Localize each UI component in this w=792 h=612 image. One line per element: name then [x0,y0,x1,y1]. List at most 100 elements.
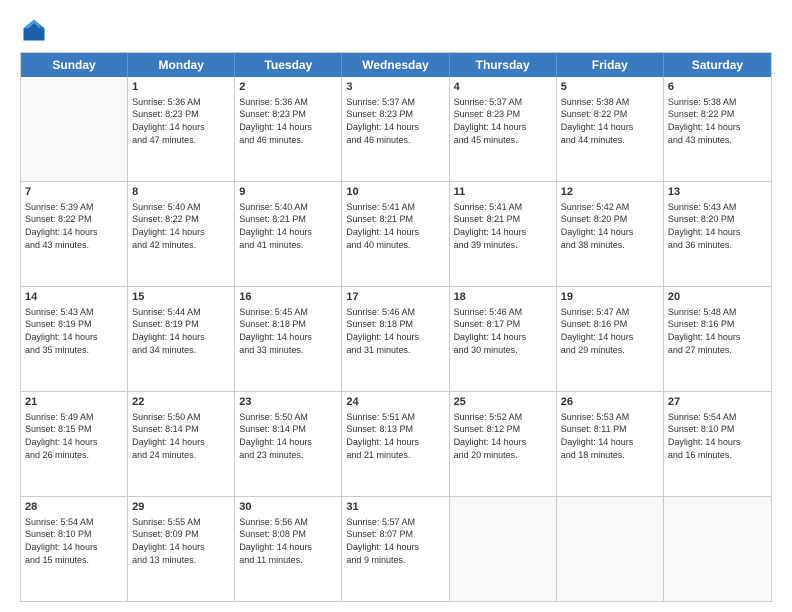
header [20,16,772,44]
cell-day-number: 24 [346,395,444,410]
calendar-cell: 11Sunrise: 5:41 AM Sunset: 8:21 PM Dayli… [450,182,557,286]
cell-info: Sunrise: 5:51 AM Sunset: 8:13 PM Dayligh… [346,411,444,461]
calendar-cell: 26Sunrise: 5:53 AM Sunset: 8:11 PM Dayli… [557,392,664,496]
cell-info: Sunrise: 5:43 AM Sunset: 8:19 PM Dayligh… [25,306,123,356]
calendar-cell: 6Sunrise: 5:38 AM Sunset: 8:22 PM Daylig… [664,77,771,181]
calendar: SundayMondayTuesdayWednesdayThursdayFrid… [20,52,772,602]
cell-info: Sunrise: 5:41 AM Sunset: 8:21 PM Dayligh… [454,201,552,251]
cell-day-number: 1 [132,80,230,95]
calendar-cell: 10Sunrise: 5:41 AM Sunset: 8:21 PM Dayli… [342,182,449,286]
calendar-row: 7Sunrise: 5:39 AM Sunset: 8:22 PM Daylig… [21,182,771,287]
calendar-cell [21,77,128,181]
cell-day-number: 21 [25,395,123,410]
calendar-cell [450,497,557,601]
calendar-cell: 25Sunrise: 5:52 AM Sunset: 8:12 PM Dayli… [450,392,557,496]
calendar-cell: 27Sunrise: 5:54 AM Sunset: 8:10 PM Dayli… [664,392,771,496]
cell-info: Sunrise: 5:46 AM Sunset: 8:17 PM Dayligh… [454,306,552,356]
cell-info: Sunrise: 5:54 AM Sunset: 8:10 PM Dayligh… [25,516,123,566]
cell-day-number: 15 [132,290,230,305]
cell-info: Sunrise: 5:37 AM Sunset: 8:23 PM Dayligh… [346,96,444,146]
cell-info: Sunrise: 5:56 AM Sunset: 8:08 PM Dayligh… [239,516,337,566]
cell-info: Sunrise: 5:40 AM Sunset: 8:21 PM Dayligh… [239,201,337,251]
cell-day-number: 26 [561,395,659,410]
calendar-row: 28Sunrise: 5:54 AM Sunset: 8:10 PM Dayli… [21,497,771,601]
calendar-cell: 22Sunrise: 5:50 AM Sunset: 8:14 PM Dayli… [128,392,235,496]
cell-day-number: 18 [454,290,552,305]
calendar-cell: 9Sunrise: 5:40 AM Sunset: 8:21 PM Daylig… [235,182,342,286]
cell-day-number: 4 [454,80,552,95]
calendar-cell: 16Sunrise: 5:45 AM Sunset: 8:18 PM Dayli… [235,287,342,391]
calendar-body: 1Sunrise: 5:36 AM Sunset: 8:23 PM Daylig… [21,77,771,601]
cell-info: Sunrise: 5:39 AM Sunset: 8:22 PM Dayligh… [25,201,123,251]
calendar-header-cell: Friday [557,53,664,77]
cell-day-number: 28 [25,500,123,515]
cell-day-number: 8 [132,185,230,200]
cell-day-number: 10 [346,185,444,200]
cell-day-number: 3 [346,80,444,95]
cell-day-number: 9 [239,185,337,200]
calendar-header-cell: Monday [128,53,235,77]
calendar-cell: 31Sunrise: 5:57 AM Sunset: 8:07 PM Dayli… [342,497,449,601]
logo [20,16,52,44]
calendar-cell: 28Sunrise: 5:54 AM Sunset: 8:10 PM Dayli… [21,497,128,601]
cell-day-number: 17 [346,290,444,305]
calendar-cell: 1Sunrise: 5:36 AM Sunset: 8:23 PM Daylig… [128,77,235,181]
calendar-cell: 7Sunrise: 5:39 AM Sunset: 8:22 PM Daylig… [21,182,128,286]
cell-day-number: 6 [668,80,767,95]
cell-day-number: 14 [25,290,123,305]
calendar-header-row: SundayMondayTuesdayWednesdayThursdayFrid… [21,53,771,77]
cell-day-number: 11 [454,185,552,200]
cell-day-number: 20 [668,290,767,305]
cell-info: Sunrise: 5:44 AM Sunset: 8:19 PM Dayligh… [132,306,230,356]
cell-info: Sunrise: 5:37 AM Sunset: 8:23 PM Dayligh… [454,96,552,146]
cell-info: Sunrise: 5:36 AM Sunset: 8:23 PM Dayligh… [239,96,337,146]
cell-day-number: 7 [25,185,123,200]
cell-day-number: 22 [132,395,230,410]
calendar-cell: 24Sunrise: 5:51 AM Sunset: 8:13 PM Dayli… [342,392,449,496]
calendar-cell: 21Sunrise: 5:49 AM Sunset: 8:15 PM Dayli… [21,392,128,496]
cell-info: Sunrise: 5:52 AM Sunset: 8:12 PM Dayligh… [454,411,552,461]
cell-info: Sunrise: 5:57 AM Sunset: 8:07 PM Dayligh… [346,516,444,566]
cell-info: Sunrise: 5:40 AM Sunset: 8:22 PM Dayligh… [132,201,230,251]
calendar-cell: 12Sunrise: 5:42 AM Sunset: 8:20 PM Dayli… [557,182,664,286]
cell-info: Sunrise: 5:38 AM Sunset: 8:22 PM Dayligh… [561,96,659,146]
calendar-header-cell: Thursday [450,53,557,77]
calendar-cell: 20Sunrise: 5:48 AM Sunset: 8:16 PM Dayli… [664,287,771,391]
calendar-cell: 14Sunrise: 5:43 AM Sunset: 8:19 PM Dayli… [21,287,128,391]
calendar-cell [664,497,771,601]
calendar-header-cell: Tuesday [235,53,342,77]
cell-info: Sunrise: 5:54 AM Sunset: 8:10 PM Dayligh… [668,411,767,461]
cell-info: Sunrise: 5:41 AM Sunset: 8:21 PM Dayligh… [346,201,444,251]
cell-day-number: 5 [561,80,659,95]
calendar-row: 1Sunrise: 5:36 AM Sunset: 8:23 PM Daylig… [21,77,771,182]
page: SundayMondayTuesdayWednesdayThursdayFrid… [0,0,792,612]
cell-info: Sunrise: 5:48 AM Sunset: 8:16 PM Dayligh… [668,306,767,356]
calendar-header-cell: Saturday [664,53,771,77]
cell-day-number: 27 [668,395,767,410]
cell-info: Sunrise: 5:50 AM Sunset: 8:14 PM Dayligh… [239,411,337,461]
calendar-cell: 5Sunrise: 5:38 AM Sunset: 8:22 PM Daylig… [557,77,664,181]
cell-info: Sunrise: 5:46 AM Sunset: 8:18 PM Dayligh… [346,306,444,356]
logo-icon [20,16,48,44]
cell-info: Sunrise: 5:43 AM Sunset: 8:20 PM Dayligh… [668,201,767,251]
cell-info: Sunrise: 5:42 AM Sunset: 8:20 PM Dayligh… [561,201,659,251]
calendar-cell: 17Sunrise: 5:46 AM Sunset: 8:18 PM Dayli… [342,287,449,391]
calendar-cell: 19Sunrise: 5:47 AM Sunset: 8:16 PM Dayli… [557,287,664,391]
cell-info: Sunrise: 5:36 AM Sunset: 8:23 PM Dayligh… [132,96,230,146]
calendar-cell: 2Sunrise: 5:36 AM Sunset: 8:23 PM Daylig… [235,77,342,181]
calendar-cell: 15Sunrise: 5:44 AM Sunset: 8:19 PM Dayli… [128,287,235,391]
calendar-cell: 4Sunrise: 5:37 AM Sunset: 8:23 PM Daylig… [450,77,557,181]
cell-info: Sunrise: 5:53 AM Sunset: 8:11 PM Dayligh… [561,411,659,461]
cell-info: Sunrise: 5:55 AM Sunset: 8:09 PM Dayligh… [132,516,230,566]
cell-info: Sunrise: 5:38 AM Sunset: 8:22 PM Dayligh… [668,96,767,146]
calendar-cell: 30Sunrise: 5:56 AM Sunset: 8:08 PM Dayli… [235,497,342,601]
calendar-row: 14Sunrise: 5:43 AM Sunset: 8:19 PM Dayli… [21,287,771,392]
cell-day-number: 30 [239,500,337,515]
calendar-cell: 18Sunrise: 5:46 AM Sunset: 8:17 PM Dayli… [450,287,557,391]
calendar-header-cell: Sunday [21,53,128,77]
cell-day-number: 29 [132,500,230,515]
cell-day-number: 12 [561,185,659,200]
cell-day-number: 31 [346,500,444,515]
cell-day-number: 25 [454,395,552,410]
cell-info: Sunrise: 5:49 AM Sunset: 8:15 PM Dayligh… [25,411,123,461]
